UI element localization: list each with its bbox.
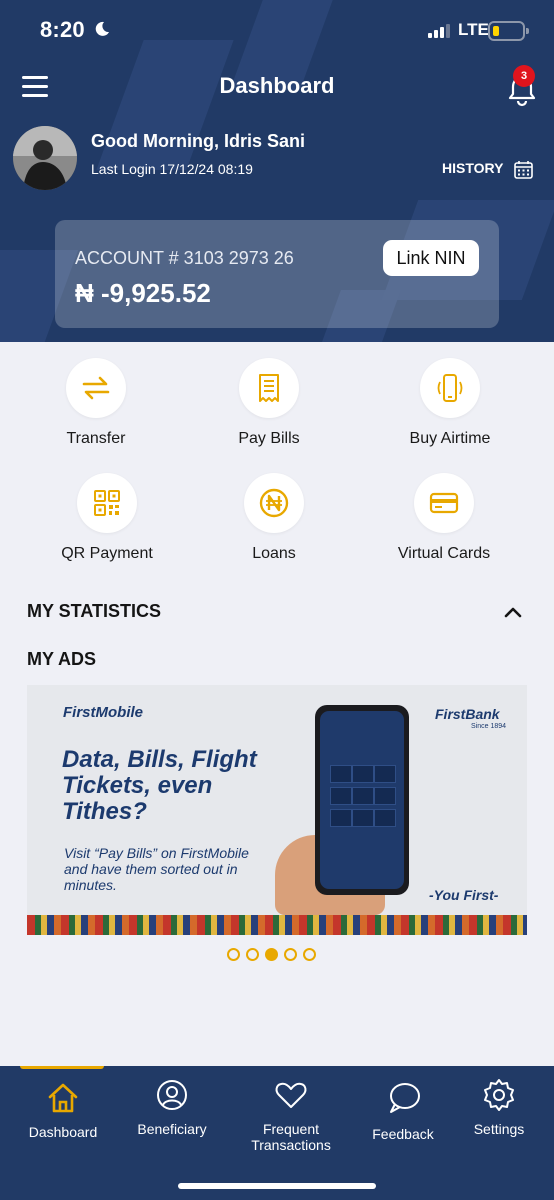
carousel-dot[interactable]: [227, 948, 240, 962]
signal-icon: [428, 24, 450, 38]
action-label: Loans: [252, 545, 296, 562]
link-nin-button[interactable]: Link NIN: [383, 240, 479, 276]
transfer-icon: [82, 376, 110, 400]
action-buy-airtime[interactable]: Buy Airtime: [370, 358, 530, 448]
account-card: ACCOUNT # 3103 2973 26 ₦ -9,925.52 Link …: [55, 220, 499, 328]
tab-label: Frequent Transactions: [251, 1121, 331, 1153]
phone-vibrate-icon: [437, 374, 463, 402]
account-balance: ₦ -9,925.52: [75, 278, 211, 308]
calendar-icon[interactable]: [514, 160, 533, 179]
heart-icon: [275, 1082, 307, 1108]
history-link[interactable]: HISTORY: [442, 160, 503, 176]
status-time: 8:20: [40, 17, 85, 42]
action-virtual-cards[interactable]: Virtual Cards: [364, 473, 524, 563]
battery-icon: [488, 21, 529, 41]
tab-label: Dashboard: [28, 1124, 98, 1140]
action-label: Transfer: [66, 430, 126, 447]
network-label: LTE: [458, 20, 489, 39]
active-tab-indicator: [20, 1066, 104, 1069]
ad-banner[interactable]: FirstMobile Data, Bills, Flight Tickets,…: [27, 685, 527, 935]
greeting-text: Good Morning, Idris Sani: [91, 131, 305, 151]
account-number: ACCOUNT # 3103 2973 26: [75, 248, 294, 268]
action-qr-payment[interactable]: QR Payment: [27, 473, 187, 563]
status-bar: 8:20 LTE: [0, 0, 554, 62]
bottom-tab-bar: Dashboard Beneficiary Frequent Transacti…: [0, 1066, 554, 1200]
ad-tagline: -You First-: [429, 887, 499, 903]
ad-brand-left: FirstMobile: [63, 704, 144, 721]
tab-settings[interactable]: Settings: [454, 1077, 544, 1137]
home-icon: [48, 1083, 78, 1113]
statistics-section-title: MY STATISTICS: [27, 601, 162, 621]
action-label: Pay Bills: [238, 430, 300, 447]
notification-badge: 3: [513, 65, 535, 87]
home-indicator: [178, 1183, 376, 1189]
avatar[interactable]: [13, 126, 77, 190]
tab-beneficiary[interactable]: Beneficiary: [127, 1077, 217, 1137]
phone-image: [315, 705, 409, 895]
ad-headline: Data, Bills, Flight Tickets, even Tithes…: [62, 746, 257, 825]
user-icon: [157, 1080, 187, 1110]
receipt-icon: [259, 374, 279, 402]
tab-frequent-transactions[interactable]: Frequent Transactions: [238, 1077, 344, 1153]
ad-brand-since: Since 1894: [471, 723, 507, 730]
tab-label: Settings: [473, 1121, 525, 1137]
ad-pattern-band: [27, 915, 527, 935]
gear-icon: [484, 1079, 514, 1111]
card-icon: [429, 492, 459, 514]
tab-label: Feedback: [372, 1126, 434, 1142]
page-title: Dashboard: [219, 73, 335, 98]
carousel-dot[interactable]: [284, 948, 297, 962]
action-label: Buy Airtime: [409, 430, 491, 447]
carousel-dot-active[interactable]: [265, 948, 278, 962]
moon-icon: [95, 21, 109, 36]
last-login-text: Last Login 17/12/24 08:19: [91, 161, 253, 177]
tab-dashboard[interactable]: Dashboard: [18, 1080, 108, 1140]
chat-icon: [390, 1083, 420, 1113]
carousel-dots: [227, 946, 322, 964]
action-pay-bills[interactable]: Pay Bills: [189, 358, 349, 448]
ads-section-title: MY ADS: [27, 649, 97, 669]
carousel-dot[interactable]: [303, 948, 316, 962]
action-transfer[interactable]: Transfer: [16, 358, 176, 448]
carousel-dot[interactable]: [246, 948, 259, 962]
qr-code-icon: [94, 490, 120, 516]
action-label: Virtual Cards: [397, 545, 491, 562]
action-label: QR Payment: [61, 545, 153, 562]
naira-coin-icon: [259, 488, 289, 518]
ad-subtext: Visit “Pay Bills” on FirstMobile and hav…: [64, 845, 249, 893]
ad-brand-right: FirstBank: [435, 706, 500, 722]
tab-feedback[interactable]: Feedback: [358, 1078, 448, 1142]
chevron-up-icon[interactable]: [504, 606, 522, 618]
tab-label: Beneficiary: [137, 1121, 207, 1137]
action-loans[interactable]: Loans: [194, 473, 354, 563]
